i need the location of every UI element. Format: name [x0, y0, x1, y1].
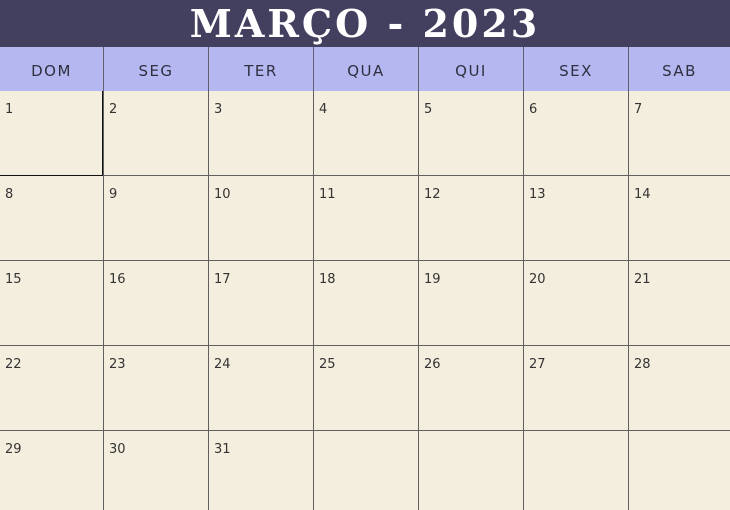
day-cell-empty	[313, 431, 418, 510]
day-cell-empty	[628, 431, 730, 510]
day-cell[interactable]: 18	[313, 261, 418, 346]
day-number: 28	[634, 357, 651, 372]
day-number: 25	[319, 357, 336, 372]
day-cell[interactable]: 11	[313, 176, 418, 261]
day-number: 4	[319, 102, 328, 117]
day-cell[interactable]: 12	[418, 176, 523, 261]
day-cell-empty	[418, 431, 523, 510]
day-number: 22	[5, 357, 22, 372]
day-number: 31	[214, 442, 231, 457]
day-cell[interactable]: 14	[628, 176, 730, 261]
day-cell[interactable]: 24	[208, 346, 313, 431]
day-cell[interactable]: 28	[628, 346, 730, 431]
day-cell[interactable]: 15	[0, 261, 103, 346]
day-number: 20	[529, 272, 546, 287]
day-number: 15	[5, 272, 22, 287]
day-cell[interactable]: 22	[0, 346, 103, 431]
day-cell[interactable]: 4	[313, 91, 418, 176]
day-cell[interactable]: 30	[103, 431, 208, 510]
day-cell[interactable]: 23	[103, 346, 208, 431]
day-cell[interactable]: 7	[628, 91, 730, 176]
day-number: 2	[109, 102, 118, 117]
weekday-header-row: DOM SEG TER QUA QUI SEX SAB	[0, 47, 730, 96]
day-number: 8	[5, 187, 14, 202]
calendar: MARÇO - 2023 DOM SEG TER QUA QUI SEX SAB…	[0, 0, 730, 510]
day-number: 11	[319, 187, 336, 202]
day-number: 5	[424, 102, 433, 117]
day-number: 18	[319, 272, 336, 287]
day-number: 27	[529, 357, 546, 372]
day-cell[interactable]: 9	[103, 176, 208, 261]
day-cell[interactable]: 10	[208, 176, 313, 261]
weekday-saturday: SAB	[628, 47, 730, 96]
day-number: 10	[214, 187, 231, 202]
day-cell[interactable]: 1	[0, 91, 103, 176]
weekday-monday: SEG	[103, 47, 208, 96]
weekday-sunday: DOM	[0, 47, 103, 96]
day-cell[interactable]: 13	[523, 176, 628, 261]
day-number: 9	[109, 187, 118, 202]
day-number: 30	[109, 442, 126, 457]
day-cell[interactable]: 19	[418, 261, 523, 346]
day-cell[interactable]: 20	[523, 261, 628, 346]
day-cell[interactable]: 2	[103, 91, 208, 176]
day-cell[interactable]: 17	[208, 261, 313, 346]
day-cell[interactable]: 16	[103, 261, 208, 346]
day-cell[interactable]: 29	[0, 431, 103, 510]
day-cell[interactable]: 25	[313, 346, 418, 431]
day-grid: 1 2 3 4 5 6 7 8 9 10 11 12 13 14 15 16 1…	[0, 91, 730, 510]
weekday-thursday: QUI	[418, 47, 523, 96]
day-cell[interactable]: 26	[418, 346, 523, 431]
day-number: 21	[634, 272, 651, 287]
day-cell[interactable]: 3	[208, 91, 313, 176]
day-number: 3	[214, 102, 223, 117]
day-number: 7	[634, 102, 643, 117]
day-cell[interactable]: 21	[628, 261, 730, 346]
day-number: 16	[109, 272, 126, 287]
day-number: 1	[5, 102, 14, 117]
weekday-friday: SEX	[523, 47, 628, 96]
day-cell[interactable]: 5	[418, 91, 523, 176]
day-number: 29	[5, 442, 22, 457]
weekday-tuesday: TER	[208, 47, 313, 96]
day-number: 14	[634, 187, 651, 202]
month-title: MARÇO - 2023	[0, 0, 730, 47]
day-cell[interactable]: 6	[523, 91, 628, 176]
day-number: 13	[529, 187, 546, 202]
day-number: 19	[424, 272, 441, 287]
day-cell[interactable]: 8	[0, 176, 103, 261]
day-number: 12	[424, 187, 441, 202]
day-cell[interactable]: 31	[208, 431, 313, 510]
day-number: 6	[529, 102, 538, 117]
day-cell[interactable]: 27	[523, 346, 628, 431]
day-number: 23	[109, 357, 126, 372]
day-number: 24	[214, 357, 231, 372]
day-cell-empty	[523, 431, 628, 510]
weekday-wednesday: QUA	[313, 47, 418, 96]
day-number: 17	[214, 272, 231, 287]
day-number: 26	[424, 357, 441, 372]
